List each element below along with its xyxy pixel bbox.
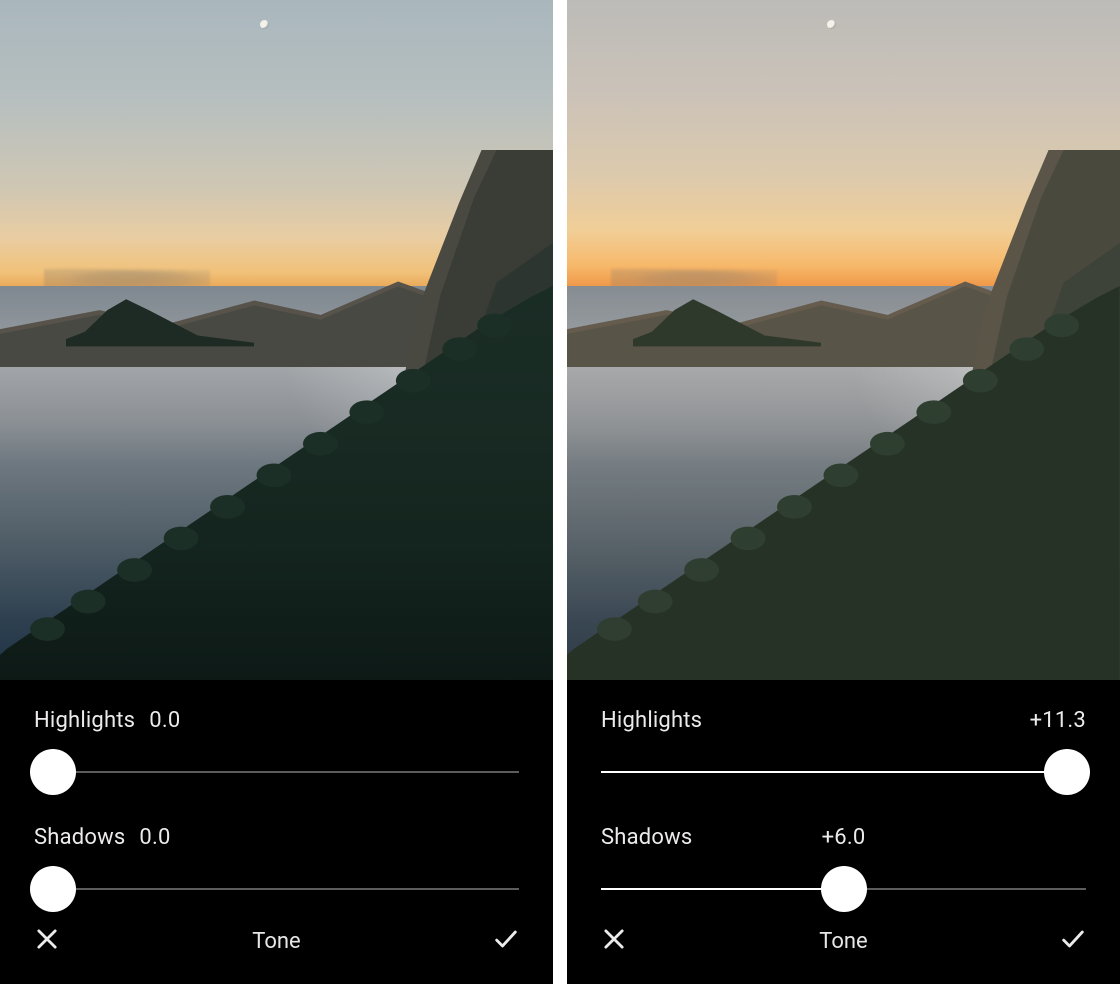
preview-image: [0, 0, 553, 680]
forest-foreground: [0, 286, 553, 680]
shadows-head: Shadows +6.0: [601, 825, 1086, 850]
footer-title: Tone: [819, 929, 867, 954]
preview-image: [567, 0, 1120, 680]
shadows-slider[interactable]: [601, 866, 1086, 912]
shadows-label: Shadows: [34, 825, 125, 850]
shadows-row: Shadows 0.0: [34, 825, 519, 912]
slider-track: [34, 888, 519, 890]
controls: Highlights 0.0 Shadows 0.0: [0, 680, 553, 914]
highlights-row: Highlights 0.0: [34, 708, 519, 795]
cancel-button[interactable]: [30, 924, 64, 958]
editor-panel-after: Highlights +11.3 Shadows +6.0: [567, 0, 1120, 984]
controls: Highlights +11.3 Shadows +6.0: [567, 680, 1120, 914]
close-icon: [33, 925, 61, 957]
editor-panel-before: Highlights 0.0 Shadows 0.0: [0, 0, 553, 984]
confirm-button[interactable]: [489, 924, 523, 958]
slider-thumb[interactable]: [30, 749, 76, 795]
highlights-value: 0.0: [149, 708, 180, 733]
shadows-slider[interactable]: [34, 866, 519, 912]
close-icon: [600, 925, 628, 957]
confirm-button[interactable]: [1056, 924, 1090, 958]
check-icon: [1059, 925, 1087, 957]
highlights-head: Highlights 0.0: [34, 708, 519, 733]
highlights-row: Highlights +11.3: [601, 708, 1086, 795]
shadows-label: Shadows: [601, 825, 692, 850]
highlights-value: +11.3: [1030, 708, 1086, 733]
highlights-label: Highlights: [601, 708, 702, 733]
shadows-value: +6.0: [822, 825, 866, 850]
shadows-row: Shadows +6.0: [601, 825, 1086, 912]
slider-active: [601, 771, 1057, 773]
forest-foreground: [567, 286, 1120, 680]
slider-thumb[interactable]: [30, 866, 76, 912]
slider-track: [34, 771, 519, 773]
highlights-head: Highlights +11.3: [601, 708, 1086, 733]
slider-thumb[interactable]: [821, 866, 867, 912]
footer: Tone: [0, 914, 553, 984]
moon: [260, 20, 269, 29]
footer-title: Tone: [252, 929, 300, 954]
cancel-button[interactable]: [597, 924, 631, 958]
slider-thumb[interactable]: [1044, 749, 1090, 795]
moon: [827, 20, 836, 29]
highlights-slider[interactable]: [601, 749, 1086, 795]
footer: Tone: [567, 914, 1120, 984]
highlights-label: Highlights: [34, 708, 135, 733]
check-icon: [492, 925, 520, 957]
slider-active: [601, 888, 844, 890]
shadows-value: 0.0: [139, 825, 170, 850]
slider-track: [601, 771, 1086, 773]
highlights-slider[interactable]: [34, 749, 519, 795]
shadows-head: Shadows 0.0: [34, 825, 519, 850]
